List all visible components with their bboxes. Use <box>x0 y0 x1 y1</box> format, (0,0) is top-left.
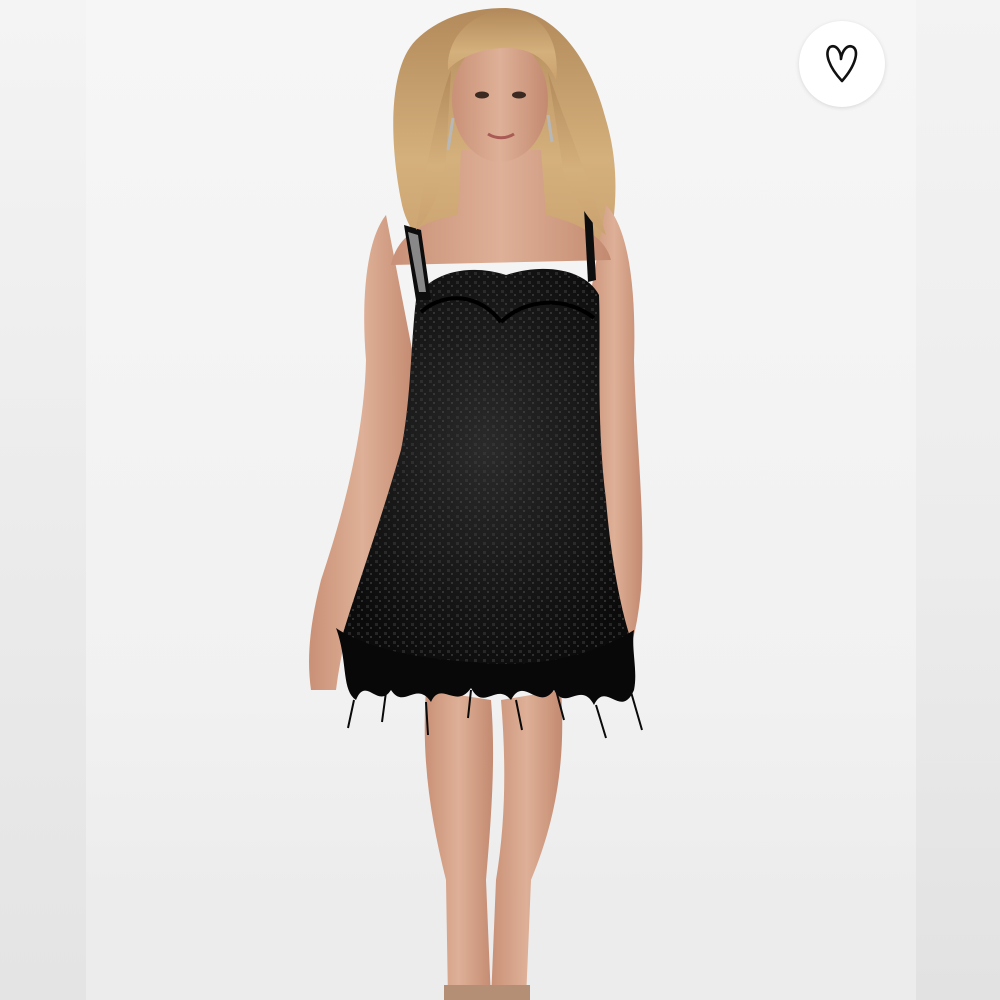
like-button[interactable] <box>799 21 885 107</box>
right-eye <box>512 91 526 99</box>
left-shoe <box>444 985 492 1000</box>
left-eye <box>475 91 489 99</box>
left-blurred-margin <box>0 0 86 1000</box>
product-photo[interactable] <box>86 0 916 1000</box>
right-shoe <box>486 985 530 1000</box>
right-blurred-margin <box>916 0 1000 1000</box>
listing-photo-viewer <box>0 0 1000 1000</box>
model-illustration <box>86 8 916 1000</box>
heart-outline-icon <box>826 45 858 83</box>
